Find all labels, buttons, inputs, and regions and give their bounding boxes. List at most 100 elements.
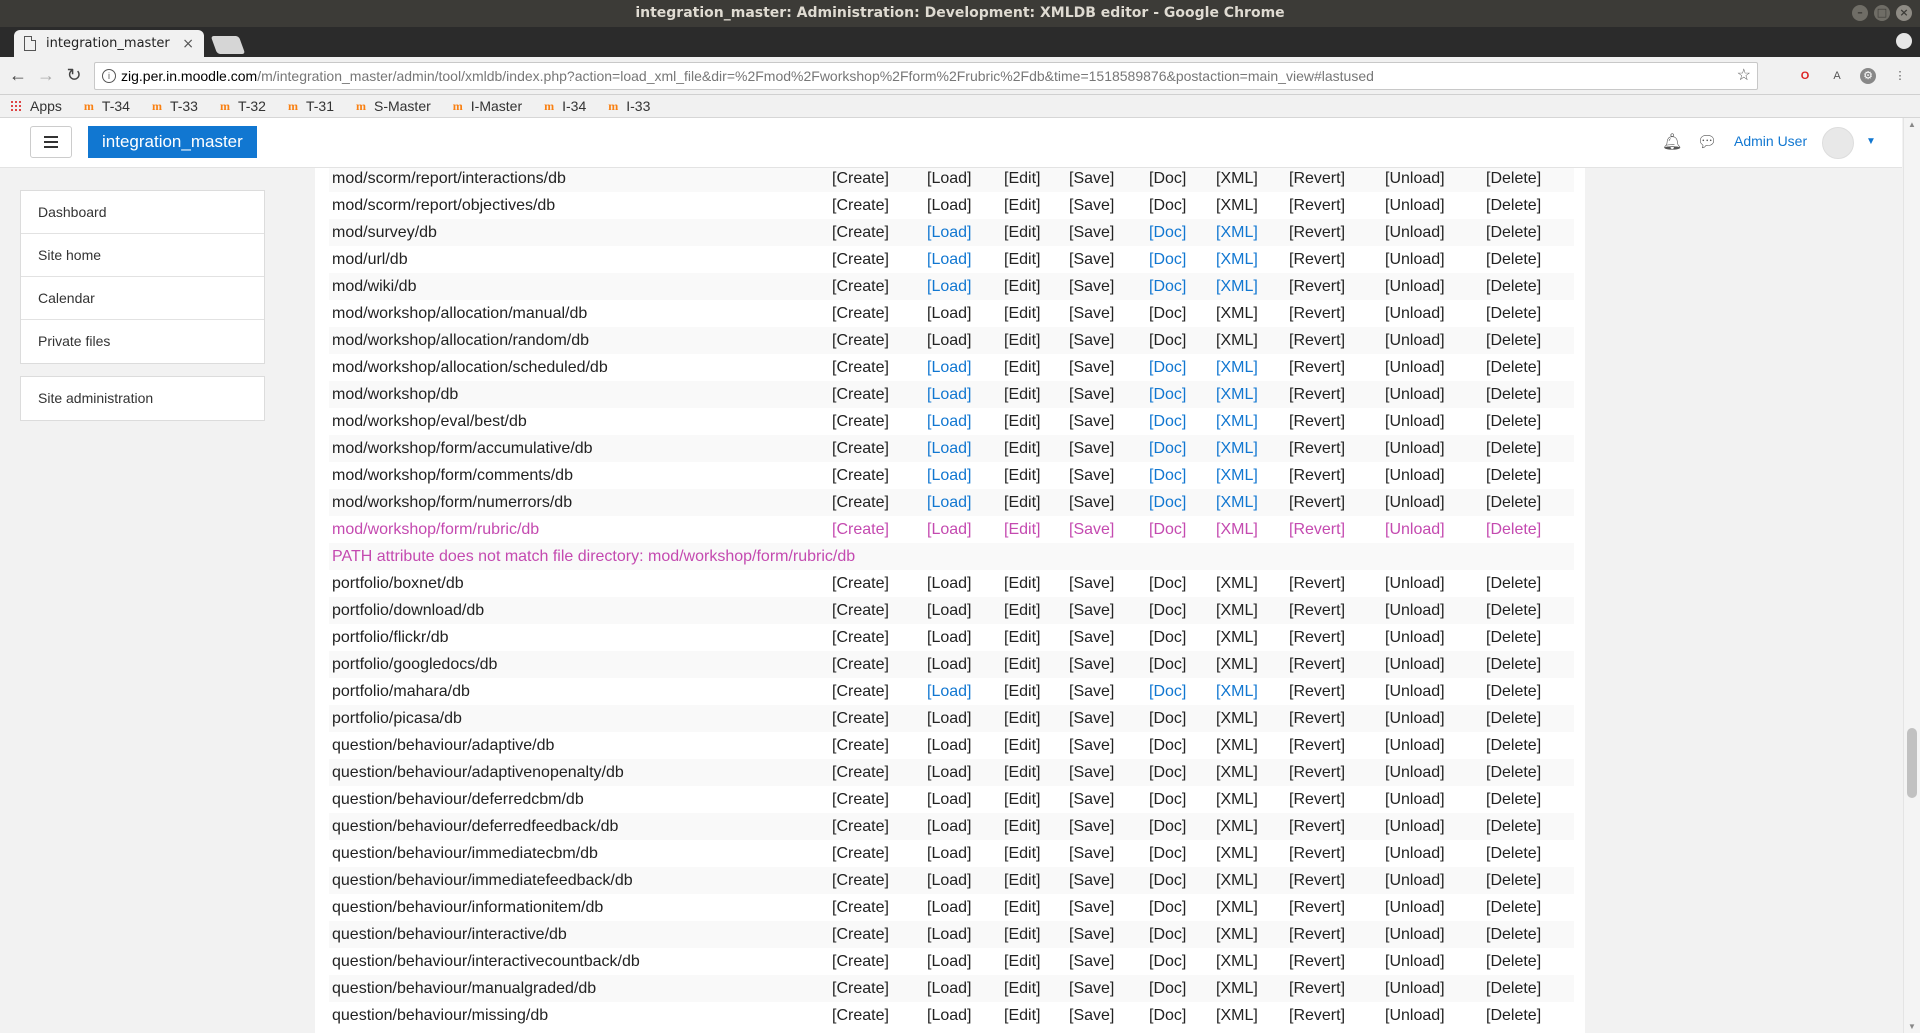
messages-icon[interactable]: 💬︎ xyxy=(1697,132,1717,151)
nav-dashboard[interactable]: Dashboard xyxy=(21,191,264,234)
doc-link[interactable]: [Doc] xyxy=(1146,516,1213,543)
bookmark-s-master[interactable]: m S-Master xyxy=(356,98,431,114)
delete-action: [Delete] xyxy=(1486,412,1542,430)
xml-action: [XML] xyxy=(1216,898,1258,916)
load-link[interactable]: [Load] xyxy=(924,516,1001,543)
bookmark-t34[interactable]: m T-34 xyxy=(84,98,130,114)
xml-link[interactable]: [XML] xyxy=(1213,408,1286,435)
doc-link[interactable]: [Doc] xyxy=(1146,354,1213,381)
table-row: portfolio/googledocs/db [Create] [Load] [Ed… xyxy=(329,651,1574,678)
nav-site-administration[interactable]: Site administration xyxy=(21,377,264,420)
settings-extension-icon[interactable]: ⚙ xyxy=(1860,68,1876,84)
xml-link[interactable]: [XML] xyxy=(1213,462,1286,489)
bookmark-i33[interactable]: m I-33 xyxy=(608,98,650,114)
bookmark-apps[interactable]: Apps xyxy=(10,98,62,114)
load-link[interactable]: [Load] xyxy=(924,435,1001,462)
load-link[interactable]: [Load] xyxy=(924,462,1001,489)
directory-path: mod/workshop/allocation/manual/db xyxy=(332,304,588,322)
doc-link[interactable]: [Doc] xyxy=(1146,489,1213,516)
doc-link[interactable]: [Doc] xyxy=(1146,381,1213,408)
load-link[interactable]: [Load] xyxy=(924,489,1001,516)
moodle-icon: m xyxy=(219,98,230,113)
load-action: [Load] xyxy=(927,736,972,754)
revert-action: [Revert] xyxy=(1289,682,1346,700)
bookmark-t32[interactable]: m T-32 xyxy=(220,98,266,114)
save-action: [Save] xyxy=(1066,921,1146,948)
nav-site-home[interactable]: Site home xyxy=(21,234,264,277)
doc-link[interactable]: [Doc] xyxy=(1146,435,1213,462)
drawer-toggle-button[interactable] xyxy=(30,126,72,158)
info-icon[interactable]: i xyxy=(102,69,116,83)
directory-path: question/behaviour/manualgraded/db xyxy=(329,975,829,1002)
close-tab-icon[interactable]: × xyxy=(182,36,194,52)
minimize-button[interactable]: – xyxy=(1852,5,1868,21)
nav-private-files[interactable]: Private files xyxy=(21,320,264,363)
bookmark-star-icon[interactable]: ☆ xyxy=(1737,63,1751,89)
bookmark-t31[interactable]: m T-31 xyxy=(288,98,334,114)
load-link[interactable]: [Load] xyxy=(924,273,1001,300)
scroll-up-icon[interactable]: ▲ xyxy=(1908,120,1916,129)
create-action: [Create] xyxy=(829,273,924,300)
xml-link[interactable]: [XML] xyxy=(1213,246,1286,273)
xml-link[interactable]: [XML] xyxy=(1213,435,1286,462)
table-row: mod/wiki/db [Create] [Load] [Edit] [Save] [Do… xyxy=(329,273,1574,300)
bookmark-t33[interactable]: m T-33 xyxy=(152,98,198,114)
xml-action: [XML] xyxy=(1216,304,1258,322)
doc-link[interactable]: [Doc] xyxy=(1146,219,1213,246)
back-icon[interactable]: ← xyxy=(8,65,28,85)
profile-icon[interactable] xyxy=(1896,33,1912,49)
xml-link[interactable]: [XML] xyxy=(1213,219,1286,246)
xml-link[interactable]: [XML] xyxy=(1213,354,1286,381)
bookmark-i34[interactable]: m I-34 xyxy=(544,98,586,114)
load-link[interactable]: [Load] xyxy=(924,408,1001,435)
xml-link[interactable]: [XML] xyxy=(1213,678,1286,705)
xml-link[interactable]: [XML] xyxy=(1213,516,1286,543)
close-window-button[interactable]: × xyxy=(1896,5,1912,21)
load-link[interactable]: [Load] xyxy=(924,246,1001,273)
edit-action: [Edit] xyxy=(1001,975,1066,1002)
page-scrollbar[interactable]: ▲ ▼ xyxy=(1903,118,1920,1033)
doc-link[interactable]: [Doc] xyxy=(1146,273,1213,300)
load-link[interactable]: [Load] xyxy=(924,219,1001,246)
browser-tab[interactable]: integration_master × xyxy=(14,30,204,57)
unload-action: [Unload] xyxy=(1382,921,1483,948)
load-link[interactable]: [Load] xyxy=(924,381,1001,408)
revert-action: [Revert] xyxy=(1286,168,1382,192)
user-menu-name[interactable]: Admin User xyxy=(1734,133,1807,149)
forward-icon[interactable]: → xyxy=(36,65,56,85)
reload-icon[interactable]: ↻ xyxy=(64,65,84,85)
maximize-button[interactable]: □ xyxy=(1874,5,1890,21)
scroll-down-icon[interactable]: ▼ xyxy=(1908,1022,1916,1031)
opera-extension-icon[interactable]: O xyxy=(1797,68,1813,84)
doc-link[interactable]: [Doc] xyxy=(1146,408,1213,435)
doc-link[interactable]: [Doc] xyxy=(1146,246,1213,273)
create-action: [Create] xyxy=(829,219,924,246)
address-bar[interactable]: i zig.per.in.moodle.com/m/integration_ma… xyxy=(94,62,1758,90)
translate-extension-icon[interactable]: A xyxy=(1829,68,1845,84)
edit-action: [Edit] xyxy=(1001,597,1066,624)
doc-link[interactable]: [Doc] xyxy=(1146,678,1213,705)
doc-link[interactable]: [Doc] xyxy=(1146,462,1213,489)
notifications-bell-icon[interactable]: 🔔︎ xyxy=(1662,132,1682,151)
xml-link[interactable]: [XML] xyxy=(1213,381,1286,408)
chrome-menu-icon[interactable]: ⋮ xyxy=(1892,68,1908,84)
nav-block-main: Dashboard Site home Calendar Private fil… xyxy=(20,190,265,364)
chevron-down-icon[interactable]: ▼ xyxy=(1866,136,1876,147)
edit-action: [Edit] xyxy=(1001,867,1066,894)
save-action: [Save] xyxy=(1069,412,1115,430)
new-tab-button[interactable] xyxy=(210,36,246,54)
edit-action: [Edit] xyxy=(1001,705,1066,732)
nav-calendar[interactable]: Calendar xyxy=(21,277,264,320)
directory-path: question/behaviour/adaptivenopenalty/db xyxy=(329,759,829,786)
bookmark-i-master[interactable]: m I-Master xyxy=(453,98,522,114)
avatar[interactable] xyxy=(1822,127,1854,159)
load-link[interactable]: [Load] xyxy=(924,354,1001,381)
scrollbar-thumb[interactable] xyxy=(1907,728,1917,798)
xml-link[interactable]: [XML] xyxy=(1213,273,1286,300)
directory-path: question/behaviour/interactivecountback/… xyxy=(332,952,640,970)
xml-link[interactable]: [XML] xyxy=(1213,489,1286,516)
site-brand[interactable]: integration_master xyxy=(88,126,257,158)
load-link[interactable]: [Load] xyxy=(924,678,1001,705)
load-action: [Load] xyxy=(924,813,1001,840)
unload-action: [Unload] xyxy=(1382,489,1483,516)
